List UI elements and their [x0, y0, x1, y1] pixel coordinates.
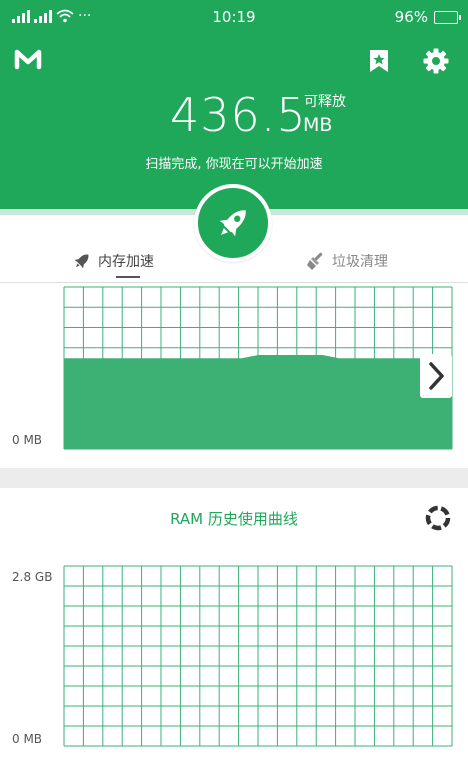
ram-history-card: RAM 历史使用曲线 2.8 GB 0 MB: [0, 488, 468, 784]
freeable-value: 436.5: [170, 88, 307, 142]
history-chart-y-min: 0 MB: [12, 732, 43, 746]
status-bar: ··· 10:19 96%: [0, 0, 468, 34]
m-logo-icon: [14, 48, 42, 70]
battery-percent: 96%: [394, 8, 428, 26]
bookmark-star-icon[interactable]: [367, 48, 391, 74]
scan-message: 扫描完成, 你现在可以开始加速: [145, 157, 323, 172]
gear-icon[interactable]: [423, 48, 449, 74]
chevron-right-icon: [429, 362, 444, 390]
battery-icon: [434, 10, 461, 24]
realtime-chart-y-min: 0 MB: [12, 433, 43, 447]
boost-button[interactable]: [194, 184, 272, 262]
header-panel: ··· 10:19 96% 436.5 可释放 MB 扫描完成, 你现在可以开始…: [0, 0, 468, 214]
next-chart-button[interactable]: [420, 354, 452, 398]
ram-usage-area: [64, 355, 452, 449]
status-right: 96%: [394, 8, 461, 26]
ram-history-chart: [63, 565, 453, 747]
freeable-label: 可释放: [304, 94, 346, 110]
freeable-unit: MB: [303, 114, 333, 136]
history-chart-y-max: 2.8 GB: [12, 570, 53, 584]
rocket-icon: [219, 210, 246, 237]
